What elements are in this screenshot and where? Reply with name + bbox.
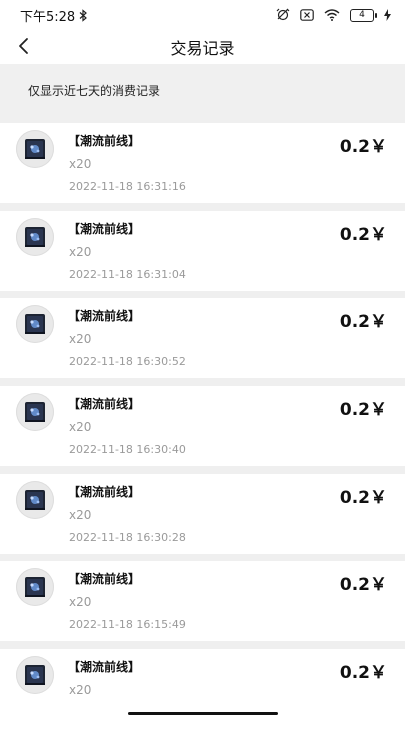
timestamp: 2022-11-18 16:31:16 bbox=[69, 180, 186, 193]
timestamp: 2022-11-18 16:30:52 bbox=[69, 355, 186, 368]
nav-bar: 交易记录 bbox=[0, 28, 405, 64]
timestamp: 2022-11-18 16:31:04 bbox=[69, 268, 186, 281]
price: 0.2￥ bbox=[339, 312, 387, 332]
quantity: x20 bbox=[69, 595, 92, 609]
product-thumbnail bbox=[16, 305, 54, 343]
price: 0.2￥ bbox=[339, 400, 387, 420]
record-item[interactable]: 【潮流前线】 x20 2022-11-18 16:30:52 0.2￥ bbox=[0, 298, 405, 378]
product-thumbnail bbox=[16, 130, 54, 168]
quantity: x20 bbox=[69, 157, 92, 171]
timestamp: 2022-11-18 16:15:49 bbox=[69, 618, 186, 631]
alarm-off-icon bbox=[276, 6, 290, 25]
price: 0.2￥ bbox=[339, 137, 387, 157]
product-thumbnail bbox=[16, 393, 54, 431]
product-name: 【潮流前线】 bbox=[68, 397, 141, 411]
product-name: 【潮流前线】 bbox=[68, 572, 141, 586]
product-thumbnail bbox=[16, 656, 54, 694]
price: 0.2￥ bbox=[339, 225, 387, 245]
product-name: 【潮流前线】 bbox=[68, 309, 141, 323]
status-bar: 下午5:28 4 bbox=[0, 0, 405, 28]
product-thumbnail bbox=[16, 481, 54, 519]
price: 0.2￥ bbox=[339, 663, 387, 683]
record-item[interactable]: 【潮流前线】 x20 2022-11-18 16:31:16 0.2￥ bbox=[0, 123, 405, 203]
bluetooth-icon bbox=[79, 7, 88, 26]
notice-text: 仅显示近七天的消费记录 bbox=[28, 84, 161, 98]
timestamp: 2022-11-18 16:30:40 bbox=[69, 443, 186, 456]
quantity: x20 bbox=[69, 683, 92, 697]
page-title: 交易记录 bbox=[170, 39, 235, 58]
record-item[interactable]: 【潮流前线】 x20 2022-11-18 16:30:28 0.2￥ bbox=[0, 474, 405, 554]
quantity: x20 bbox=[69, 245, 92, 259]
timestamp: 2022-11-18 16:30:28 bbox=[69, 531, 186, 544]
product-thumbnail bbox=[16, 218, 54, 256]
record-item[interactable]: 【潮流前线】 x20 2022-11-18 16:31:04 0.2￥ bbox=[0, 211, 405, 291]
price: 0.2￥ bbox=[339, 488, 387, 508]
product-name: 【潮流前线】 bbox=[68, 660, 141, 674]
record-item[interactable]: 【潮流前线】 x20 2022-11-18 16:30:40 0.2￥ bbox=[0, 386, 405, 466]
price: 0.2￥ bbox=[339, 575, 387, 595]
quantity: x20 bbox=[69, 420, 92, 434]
charging-icon bbox=[384, 6, 391, 25]
product-name: 【潮流前线】 bbox=[68, 222, 141, 236]
quantity: x20 bbox=[69, 332, 92, 346]
wifi-icon bbox=[324, 6, 340, 25]
status-time: 下午5:28 bbox=[20, 10, 76, 25]
home-indicator bbox=[128, 712, 278, 715]
notice-banner: 仅显示近七天的消费记录 bbox=[0, 64, 405, 120]
quantity: x20 bbox=[69, 508, 92, 522]
battery-icon: 4 bbox=[350, 9, 377, 22]
product-name: 【潮流前线】 bbox=[68, 134, 141, 148]
record-item[interactable]: 【潮流前线】 x20 0.2￥ bbox=[0, 649, 405, 729]
product-name: 【潮流前线】 bbox=[68, 485, 141, 499]
sim-x-icon bbox=[300, 6, 314, 25]
record-item[interactable]: 【潮流前线】 x20 2022-11-18 16:15:49 0.2￥ bbox=[0, 561, 405, 641]
product-thumbnail bbox=[16, 568, 54, 606]
